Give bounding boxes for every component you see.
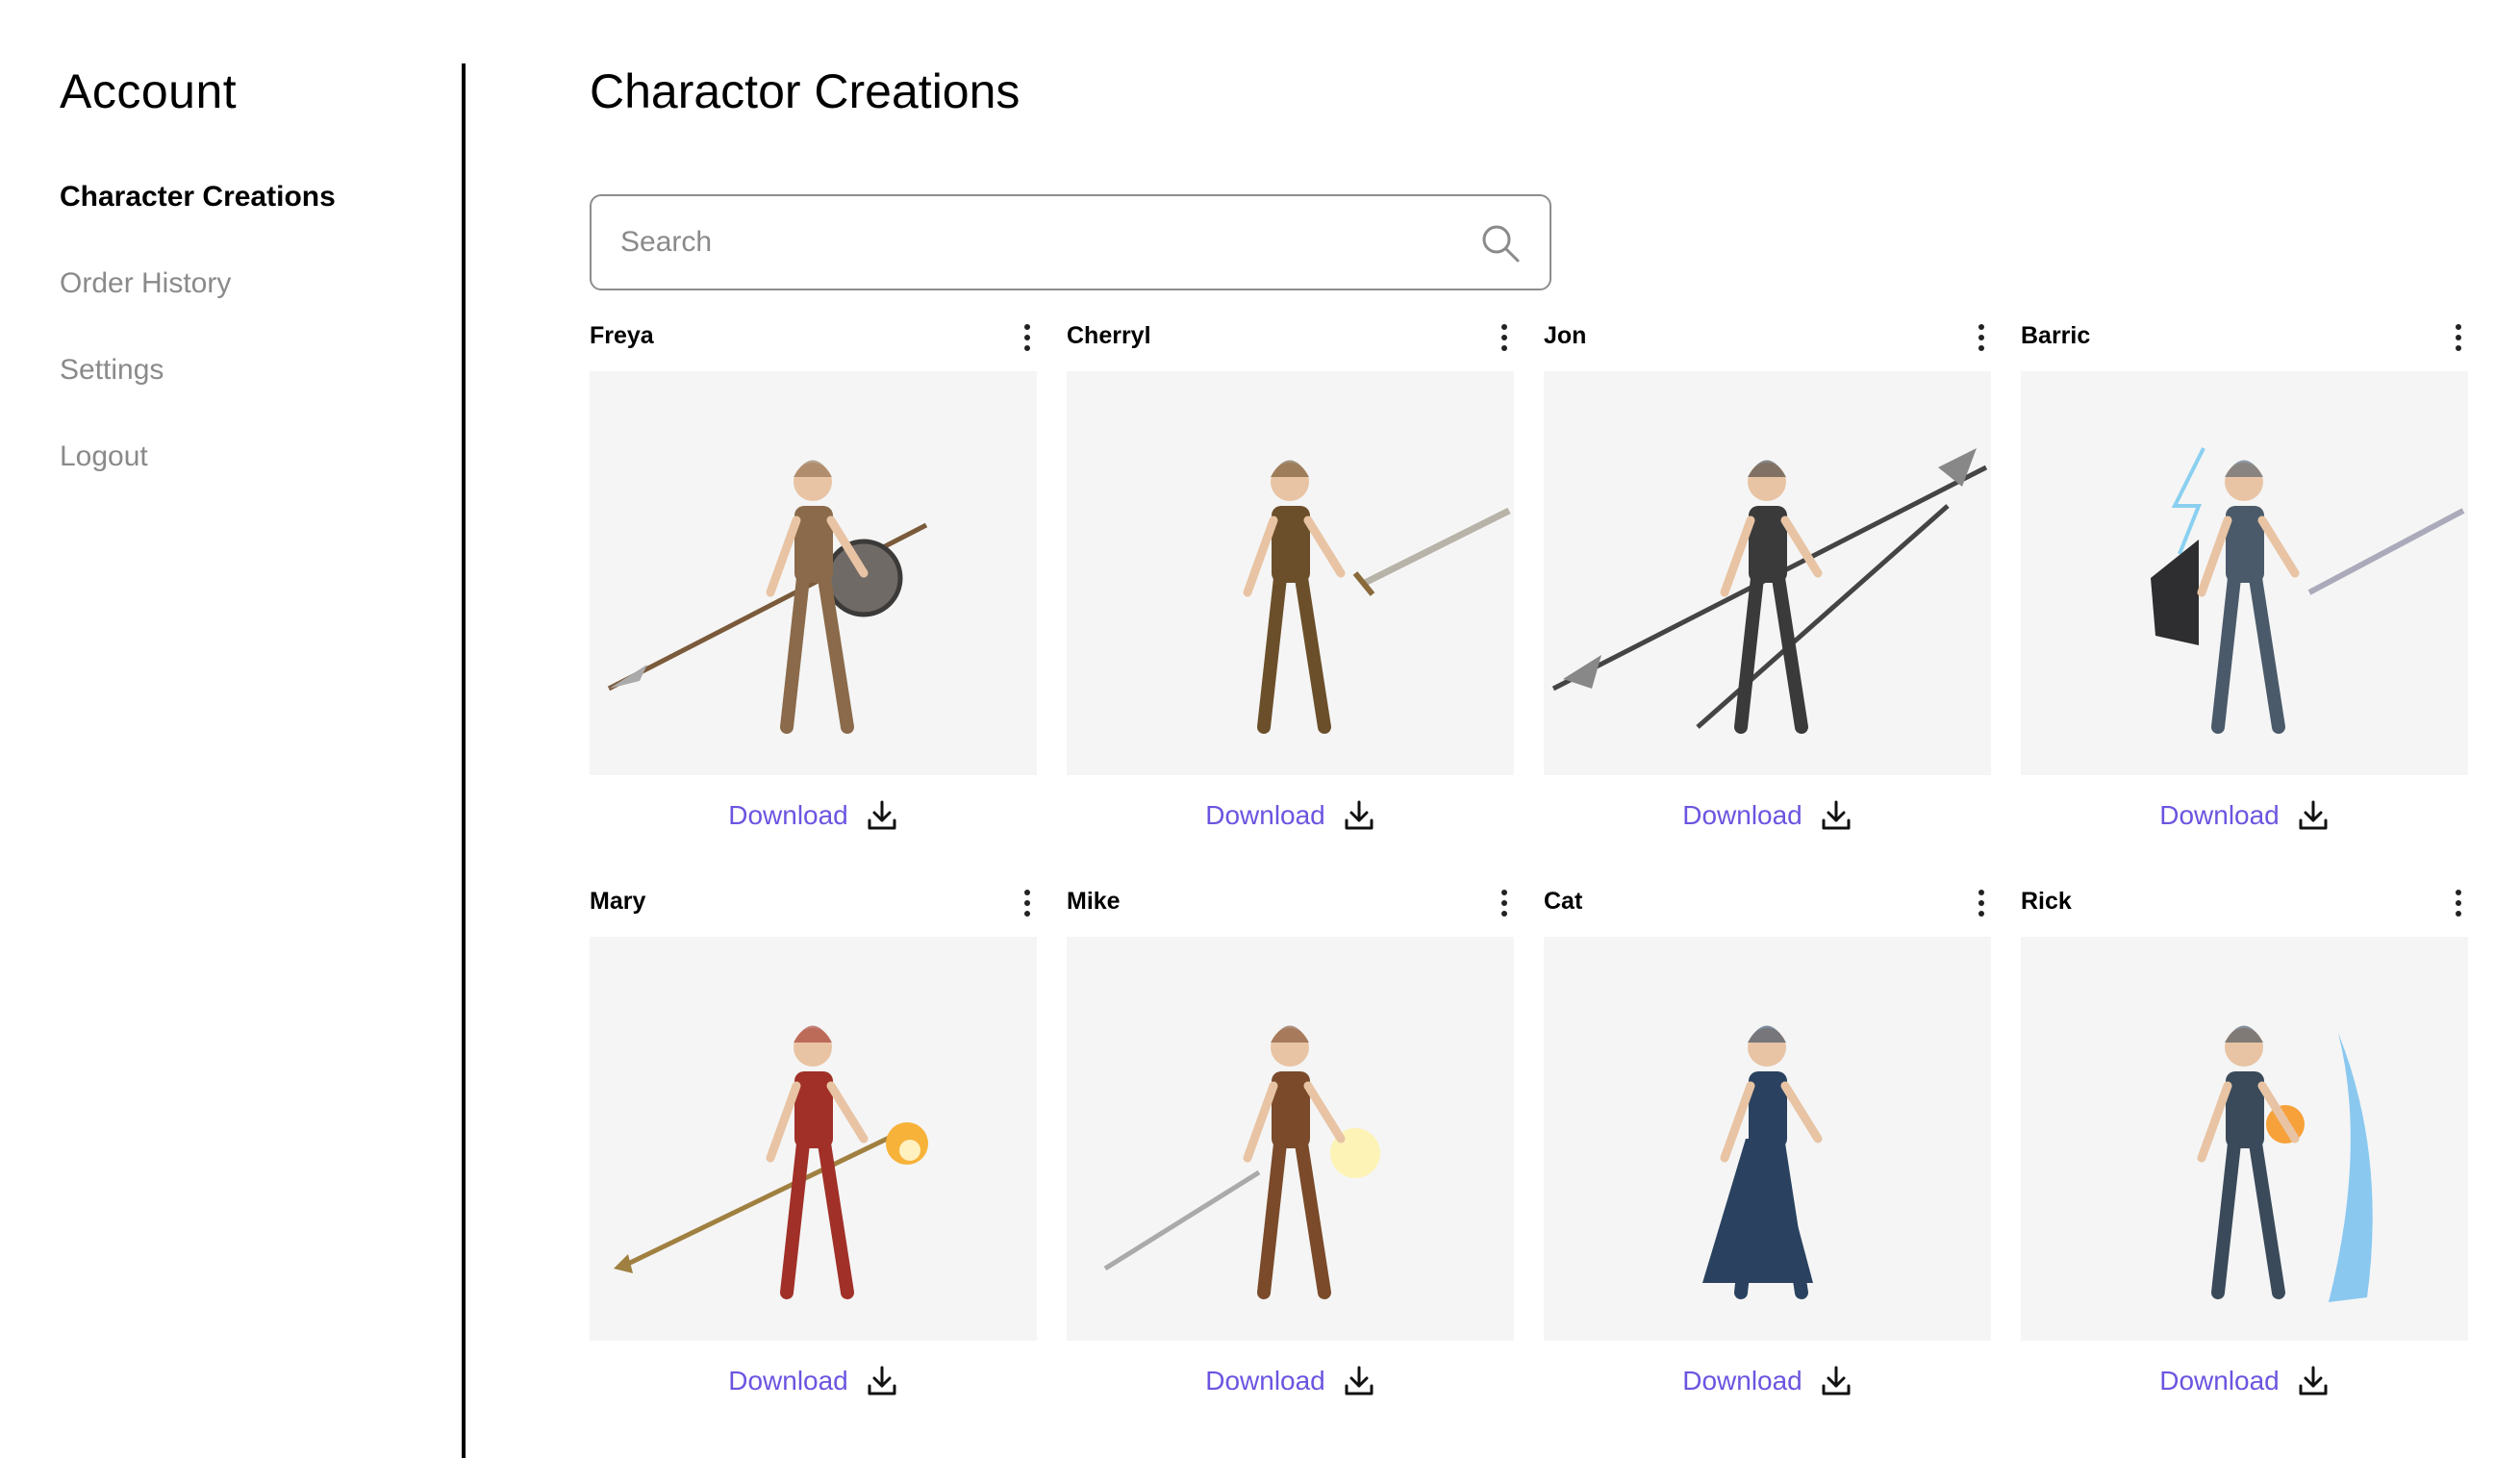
character-image[interactable] <box>2021 937 2468 1341</box>
download-icon <box>1822 1366 1851 1395</box>
download-label: Download <box>1682 800 1802 830</box>
download-label: Download <box>1205 800 1325 830</box>
download-icon <box>868 800 896 830</box>
character-image[interactable] <box>1544 371 1991 775</box>
more-options-icon[interactable] <box>1493 884 1516 922</box>
sidebar: Account Character Creations Order Histor… <box>0 0 462 1458</box>
search-box[interactable] <box>590 194 1551 290</box>
more-options-icon[interactable] <box>2447 318 2470 357</box>
page-title: Charactor Creations <box>590 64 1021 118</box>
download-icon <box>2299 800 2328 830</box>
download-button[interactable]: Download <box>590 1357 1037 1405</box>
character-card-mary: Mary Download <box>590 888 1037 1426</box>
sidebar-title: Account <box>60 64 238 118</box>
character-card-rick: Rick Download <box>2021 888 2468 1426</box>
download-label: Download <box>2159 800 2280 830</box>
character-image[interactable] <box>1067 371 1514 775</box>
download-icon <box>1822 800 1851 830</box>
sidebar-item-logout[interactable]: Logout <box>60 440 148 473</box>
character-card-cat: Cat Download <box>1544 888 1991 1426</box>
download-label: Download <box>1205 1366 1325 1395</box>
card-name: Barric <box>2021 322 2091 349</box>
more-options-icon[interactable] <box>1016 884 1039 922</box>
card-name: Cherryl <box>1067 322 1151 349</box>
card-name: Cat <box>1544 888 1583 915</box>
download-icon <box>1345 1366 1373 1395</box>
download-icon <box>1345 800 1373 830</box>
more-options-icon[interactable] <box>1970 318 1993 357</box>
character-image[interactable] <box>590 371 1037 775</box>
more-options-icon[interactable] <box>1016 318 1039 357</box>
download-button[interactable]: Download <box>1544 1357 1991 1405</box>
more-options-icon[interactable] <box>1970 884 1993 922</box>
download-label: Download <box>728 800 848 830</box>
search-input[interactable] <box>620 196 1467 289</box>
card-name: Mary <box>590 888 646 915</box>
sidebar-item-settings[interactable]: Settings <box>60 354 164 387</box>
sidebar-item-character-creations[interactable]: Character Creations <box>60 181 336 214</box>
more-options-icon[interactable] <box>1493 318 1516 357</box>
download-icon <box>2299 1366 2328 1395</box>
search-icon[interactable] <box>1480 223 1521 264</box>
download-button[interactable]: Download <box>1067 792 1514 840</box>
character-card-jon: Jon Download <box>1544 322 1991 861</box>
card-name: Rick <box>2021 888 2072 915</box>
character-image[interactable] <box>590 937 1037 1341</box>
download-button[interactable]: Download <box>2021 1357 2468 1405</box>
card-name: Jon <box>1544 322 1587 349</box>
download-button[interactable]: Download <box>590 792 1037 840</box>
download-button[interactable]: Download <box>1544 792 1991 840</box>
download-label: Download <box>1682 1366 1802 1395</box>
sidebar-item-order-history[interactable]: Order History <box>60 267 231 300</box>
card-name: Freya <box>590 322 654 349</box>
character-card-freya: Freya Download <box>590 322 1037 861</box>
download-button[interactable]: Download <box>2021 792 2468 840</box>
download-button[interactable]: Download <box>1067 1357 1514 1405</box>
character-card-cherryl: Cherryl Download <box>1067 322 1514 861</box>
character-image[interactable] <box>2021 371 2468 775</box>
download-label: Download <box>2159 1366 2280 1395</box>
character-card-mike: Mike Download <box>1067 888 1514 1426</box>
sidebar-divider <box>462 63 466 1458</box>
card-name: Mike <box>1067 888 1121 915</box>
download-label: Download <box>728 1366 848 1395</box>
more-options-icon[interactable] <box>2447 884 2470 922</box>
download-icon <box>868 1366 896 1395</box>
character-card-barric: Barric Download <box>2021 322 2468 861</box>
character-image[interactable] <box>1067 937 1514 1341</box>
character-image[interactable] <box>1544 937 1991 1341</box>
